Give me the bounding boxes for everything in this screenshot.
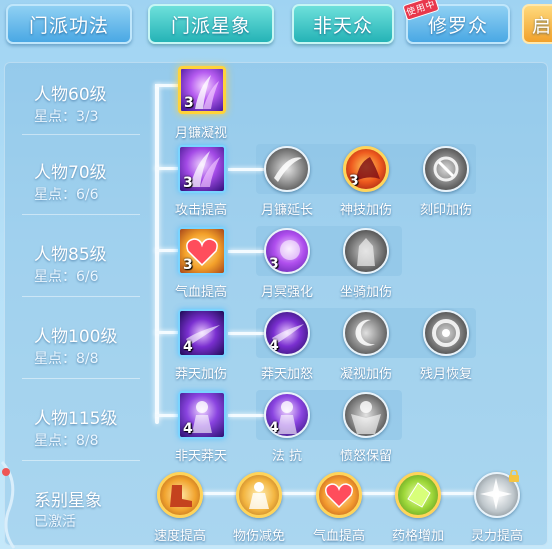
tab-label: 门派星象 bbox=[170, 14, 251, 37]
purple-claw-icon[interactable]: 3 bbox=[178, 66, 226, 114]
system-label: 药格增加 bbox=[391, 529, 444, 544]
level-number: 3 bbox=[183, 175, 193, 191]
tab-feitianzhong[interactable]: 非天众 bbox=[292, 4, 394, 44]
divider bbox=[22, 378, 140, 379]
purple-burst-icon[interactable]: 4 bbox=[264, 310, 310, 356]
branch-line bbox=[155, 84, 179, 87]
system-title: 系别星象 bbox=[34, 491, 102, 511]
row-title: 人物60级 bbox=[34, 85, 107, 105]
level-number: 4 bbox=[183, 421, 193, 437]
system-label: 速度提高 bbox=[153, 529, 206, 544]
purple-claw-icon[interactable]: 3 bbox=[178, 145, 226, 193]
lock-icon bbox=[509, 470, 519, 482]
branch-line bbox=[228, 332, 264, 335]
tab-label: 非天众 bbox=[312, 14, 373, 37]
divider bbox=[22, 296, 140, 297]
skill-label: 月镰延长 bbox=[260, 203, 313, 218]
level-number: 4 bbox=[183, 339, 193, 355]
row-stars: 星点：6/6 bbox=[34, 187, 99, 203]
tab-label: 修罗众 bbox=[427, 14, 488, 37]
purple-figure-icon[interactable]: 4 bbox=[178, 391, 226, 439]
gold-figure-icon[interactable] bbox=[236, 472, 282, 518]
skill-label: 月镰凝视 bbox=[174, 126, 227, 141]
row-title: 人物100级 bbox=[34, 327, 118, 347]
skill-label: 月冥强化 bbox=[260, 285, 313, 300]
purple-figure-icon[interactable]: 4 bbox=[264, 392, 310, 438]
heart-icon[interactable] bbox=[316, 472, 362, 518]
gray-slash-icon[interactable] bbox=[264, 146, 310, 192]
tab-more[interactable]: 启 bbox=[522, 4, 552, 44]
branch-line bbox=[228, 168, 264, 171]
heart-icon[interactable]: 3 bbox=[178, 227, 226, 275]
row-stars: 星点：3/3 bbox=[34, 109, 99, 125]
flame-beast-icon[interactable]: 3 bbox=[343, 146, 389, 192]
purple-burst-icon[interactable]: 4 bbox=[178, 309, 226, 357]
skill-label: 刻印加伤 bbox=[419, 203, 472, 218]
speed-boot-icon[interactable] bbox=[157, 472, 203, 518]
level-number: 4 bbox=[269, 420, 279, 436]
row-stars: 星点：8/8 bbox=[34, 351, 99, 367]
level-number: 3 bbox=[269, 256, 279, 272]
level-number: 3 bbox=[349, 173, 359, 189]
branch-line bbox=[155, 167, 179, 170]
row-title: 人物115级 bbox=[34, 409, 118, 429]
row-stars: 星点：6/6 bbox=[34, 269, 99, 285]
skill-label: 攻击提高 bbox=[174, 203, 227, 218]
ornament-icon bbox=[0, 460, 16, 549]
branch-line bbox=[228, 414, 264, 417]
tab-sect-stars[interactable]: 门派星象 bbox=[148, 4, 274, 44]
tab-xiuluozhong[interactable]: 使用中 修罗众 bbox=[402, 0, 510, 44]
system-status: 已激活 bbox=[34, 514, 76, 530]
row-stars: 星点：8/8 bbox=[34, 433, 99, 449]
tab-label: 门派功法 bbox=[28, 14, 109, 37]
branch-line bbox=[228, 250, 264, 253]
system-label: 灵力提高 bbox=[470, 529, 523, 544]
tab-label: 启 bbox=[532, 14, 552, 37]
skill-label: 坐骑加伤 bbox=[339, 285, 392, 300]
skill-label: 愤怒保留 bbox=[339, 449, 392, 464]
gray-sigil-icon[interactable] bbox=[423, 146, 469, 192]
tab-sect-skills[interactable]: 门派功法 bbox=[6, 4, 132, 44]
level-number: 3 bbox=[183, 257, 193, 273]
level-number: 3 bbox=[184, 95, 194, 111]
divider bbox=[22, 460, 140, 461]
divider bbox=[22, 134, 140, 135]
star-chart-screen: 门派功法 门派星象 非天众 使用中 修罗众 启 人物60级 星点：3/3 人物7… bbox=[0, 0, 552, 549]
gray-mount-icon[interactable] bbox=[343, 228, 389, 274]
divider bbox=[22, 214, 140, 215]
skill-label: 神技加伤 bbox=[339, 203, 392, 218]
branch-line bbox=[155, 249, 179, 252]
skill-label: 莽天加伤 bbox=[174, 367, 227, 382]
gray-moon-icon[interactable] bbox=[343, 310, 389, 356]
green-gem-icon[interactable] bbox=[395, 472, 441, 518]
purple-orb-icon[interactable]: 3 bbox=[264, 228, 310, 274]
skill-label: 残月恢复 bbox=[419, 367, 472, 382]
gray-figure-icon[interactable] bbox=[343, 392, 389, 438]
level-number: 4 bbox=[269, 338, 279, 354]
skill-label: 凝视加伤 bbox=[339, 367, 392, 382]
row-title: 人物70级 bbox=[34, 163, 107, 183]
branch-line bbox=[155, 414, 179, 417]
skill-label: 法 抗 bbox=[271, 449, 303, 464]
skill-label: 非天莽天 bbox=[174, 449, 227, 464]
skill-label: 气血提高 bbox=[174, 285, 227, 300]
branch-line bbox=[155, 331, 179, 334]
system-label: 物伤减免 bbox=[232, 529, 285, 544]
tree-trunk-line bbox=[155, 84, 159, 424]
gray-ring-icon[interactable] bbox=[423, 310, 469, 356]
skill-label: 莽天加怒 bbox=[260, 367, 313, 382]
row-title: 人物85级 bbox=[34, 245, 107, 265]
system-label: 气血提高 bbox=[312, 529, 365, 544]
